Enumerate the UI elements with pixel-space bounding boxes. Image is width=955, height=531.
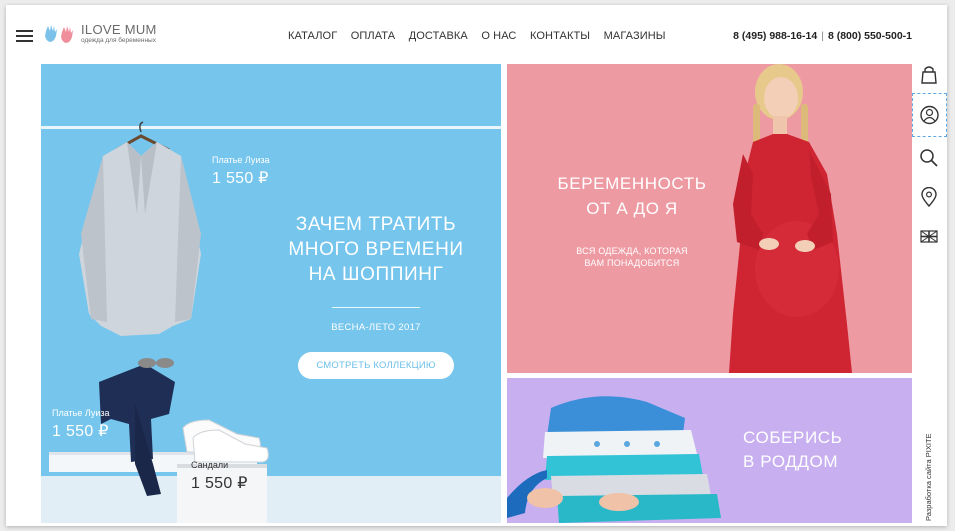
banner-title-line: ОТ А ДО Я (586, 199, 678, 218)
price-tag-dress-1[interactable]: Платье Луиза 1 550 ₽ (212, 155, 270, 188)
banner-title: ЗАЧЕМ ТРАТИТЬ МНОГО ВРЕМЕНИ НА ШОППИНГ (271, 212, 481, 287)
nav-payment[interactable]: ОПЛАТА (351, 30, 395, 42)
banner-pregnancy[interactable]: БЕРЕМЕННОСТЬ ОТ А ДО Я ВСЯ ОДЕЖДА, КОТОР… (507, 64, 912, 373)
logo-subtitle: одежда для беременных (81, 37, 156, 44)
price-tag-sandals[interactable]: Сандали 1 550 ₽ (191, 460, 248, 493)
phone-free[interactable]: 8 (800) 550-500-1 (828, 30, 912, 42)
developer-credits[interactable]: Разработка сайта PIXITE (924, 411, 936, 521)
view-collection-button[interactable]: СМОТРЕТЬ КОЛЛЕКЦИЮ (298, 352, 454, 379)
bag-icon[interactable] (919, 65, 939, 85)
nav-about[interactable]: О НАС (481, 30, 516, 42)
phone-numbers: 8 (495) 988-16-14 | 8 (800) 550-500-1 (733, 30, 912, 42)
logo[interactable]: ILOVE MUM одежда для беременных (42, 23, 157, 49)
nav-contacts[interactable]: КОНТАКТЫ (530, 30, 590, 42)
season-label: ВЕСНА-ЛЕТО 2017 (331, 322, 421, 333)
banner-title-line: НА ШОППИНГ (308, 264, 444, 285)
price-tag-dress-2[interactable]: Платье Луиза 1 550 ₽ (52, 408, 110, 441)
banner-title: СОБЕРИСЬ В РОДДОМ (743, 426, 883, 474)
menu-icon[interactable] (16, 30, 33, 43)
banner-description: ВСЯ ОДЕЖДА, КОТОРАЯ ВАМ ПОНАДОБИТСЯ (537, 245, 727, 269)
nav-delivery[interactable]: ДОСТАВКА (409, 30, 468, 42)
flag-icon[interactable] (919, 227, 939, 247)
price-tag-name: Сандали (191, 460, 229, 470)
location-pin-icon[interactable] (919, 186, 939, 208)
banner-shopping[interactable]: Платье Луиза 1 550 ₽ Платье Луиза 1 550 … (41, 64, 501, 523)
banner-divider (332, 307, 420, 308)
banner-title-line: СОБЕРИСЬ (743, 428, 843, 447)
phone-moscow[interactable]: 8 (495) 988-16-14 (733, 30, 817, 42)
price-tag-name: Платье Луиза (52, 408, 110, 418)
account-icon[interactable] (912, 93, 947, 137)
banner-description-line: ВСЯ ОДЕЖДА, КОТОРАЯ (576, 246, 688, 256)
phone-separator: | (821, 30, 824, 42)
logo-title: ILOVE MUM (81, 22, 157, 37)
price-tag-value: 1 550 ₽ (212, 170, 269, 187)
maternity-banner-text: СОБЕРИСЬ В РОДДОМ (743, 426, 883, 474)
banner-description-line: ВАМ ПОНАДОБИТСЯ (584, 258, 680, 268)
price-tag-name: Платье Луиза (212, 155, 270, 165)
banner-title: БЕРЕМЕННОСТЬ ОТ А ДО Я (537, 171, 727, 221)
banner-title-line: ЗАЧЕМ ТРАТИТЬ (295, 214, 457, 235)
banner-maternity-hospital[interactable]: СОБЕРИСЬ В РОДДОМ (507, 378, 912, 523)
banner-title-line: В РОДДОМ (743, 452, 839, 471)
banner-title-line: БЕРЕМЕННОСТЬ (557, 174, 707, 193)
site-header: ILOVE MUM одежда для беременных КАТАЛОГ … (6, 5, 947, 63)
pregnancy-banner-text: БЕРЕМЕННОСТЬ ОТ А ДО Я ВСЯ ОДЕЖДА, КОТОР… (537, 171, 727, 269)
search-icon[interactable] (919, 148, 939, 168)
shopping-banner-text: ЗАЧЕМ ТРАТИТЬ МНОГО ВРЕМЕНИ НА ШОППИНГ В… (271, 212, 481, 379)
page-frame: ILOVE MUM одежда для беременных КАТАЛОГ … (6, 5, 947, 526)
nav-stores[interactable]: МАГАЗИНЫ (604, 30, 666, 42)
hands-logo-icon (42, 23, 78, 45)
main-nav: КАТАЛОГ ОПЛАТА ДОСТАВКА О НАС КОНТАКТЫ М… (288, 30, 679, 42)
banner-title-line: МНОГО ВРЕМЕНИ (288, 239, 464, 260)
price-tag-value: 1 550 ₽ (52, 423, 109, 440)
nav-catalog[interactable]: КАТАЛОГ (288, 30, 337, 42)
price-tag-value: 1 550 ₽ (191, 475, 248, 492)
right-sidebar: Разработка сайта PIXITE (912, 63, 947, 526)
